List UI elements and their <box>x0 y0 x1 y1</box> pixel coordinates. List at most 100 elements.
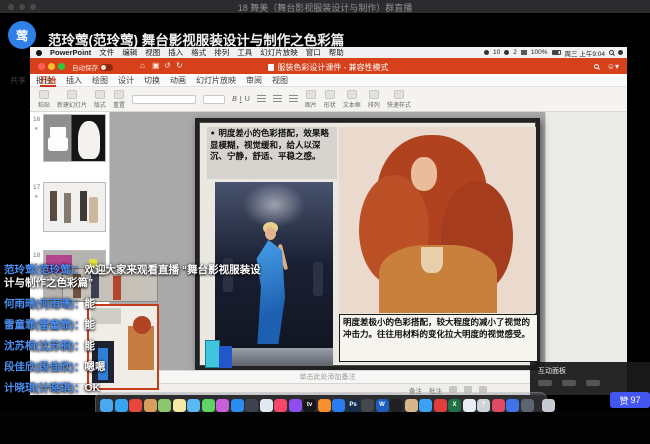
dock-app-icon[interactable] <box>115 399 128 412</box>
control-center-icon[interactable] <box>618 50 623 55</box>
interaction-panel-title: 互动面板 <box>538 366 566 376</box>
chat-text: 能 <box>85 319 96 331</box>
ribbon-button[interactable]: 排列 <box>368 90 380 109</box>
dock-app-icon[interactable] <box>434 399 447 412</box>
dock-app-icon[interactable] <box>216 399 229 412</box>
dock-app-icon[interactable]: tv <box>303 399 316 412</box>
ribbon-tab[interactable]: 审阅 <box>246 74 262 87</box>
ribbon-button[interactable]: 版式 <box>94 90 106 109</box>
dock-app-icon[interactable] <box>463 399 476 412</box>
dock-app-icon[interactable] <box>521 399 534 412</box>
ribbon-button-icon <box>114 90 124 99</box>
dock-app-icon[interactable] <box>419 399 432 412</box>
document-title: 服装色彩设计课件 - 兼容性模式 <box>30 62 627 73</box>
dock-app-icon[interactable] <box>332 399 345 412</box>
dock-app-icon[interactable] <box>245 399 258 412</box>
search-icon[interactable] <box>594 64 599 69</box>
ribbon-tab[interactable]: 切换 <box>144 74 160 87</box>
dock-app-icon[interactable] <box>100 399 113 412</box>
dock-app-icon[interactable] <box>289 399 302 412</box>
ribbon-tab[interactable]: 幻灯片放映 <box>196 74 236 87</box>
menubar-clock[interactable]: 周三 上午9:04 <box>565 48 605 58</box>
like-count-badge[interactable]: 赞 97 <box>610 392 650 408</box>
chat-text: 能 <box>85 298 96 310</box>
chat-overlay: 范玲莺(范玲莺)：欢迎大家来观看直播 “舞台影视服装设计与制作之色彩篇” 何雨晴… <box>4 264 266 403</box>
ribbon-tab[interactable]: 设计 <box>118 74 134 87</box>
dock-app-icon[interactable] <box>260 399 273 412</box>
redhead-model-photo[interactable] <box>339 127 536 313</box>
apple-icon[interactable] <box>36 50 42 56</box>
ribbon-button[interactable]: 文本框 <box>343 90 361 109</box>
menubar-item[interactable]: 格式 <box>191 47 206 58</box>
font-style-button[interactable]: B <box>232 96 237 103</box>
font-style-button[interactable]: U <box>245 96 250 103</box>
menubar-item[interactable]: 工具 <box>237 47 252 58</box>
ribbon: 粘贴 新建幻灯片 版式 重置 BIU <box>30 87 627 112</box>
grid-icon[interactable] <box>521 50 527 55</box>
bell-icon[interactable] <box>484 50 489 55</box>
align-right-icon[interactable] <box>289 95 298 103</box>
ribbon-button[interactable]: 快速样式 <box>387 90 411 109</box>
dock-app-icon[interactable] <box>144 399 157 412</box>
share-button[interactable]: 共享 <box>10 75 26 86</box>
slide-thumbnail-image[interactable] <box>43 182 106 232</box>
update-icon[interactable] <box>504 50 509 55</box>
ribbon-tab[interactable]: 绘图 <box>92 74 108 87</box>
dock-app-icon[interactable] <box>231 399 244 412</box>
like-label: 赞 <box>619 394 628 407</box>
slide-number: 18 <box>33 252 40 259</box>
ribbon-button[interactable]: 新建幻灯片 <box>57 90 87 109</box>
align-left-icon[interactable] <box>257 95 266 103</box>
menubar-item[interactable]: 文件 <box>99 47 114 58</box>
ribbon-tab[interactable]: 视图 <box>272 74 288 87</box>
menubar-item[interactable]: 编辑 <box>122 47 137 58</box>
dock-app-icon[interactable] <box>274 399 287 412</box>
dock-app-icon[interactable] <box>158 399 171 412</box>
dock-app-icon[interactable] <box>492 399 505 412</box>
font-style-button[interactable]: I <box>240 96 242 103</box>
font-size-select[interactable] <box>203 95 225 104</box>
ribbon-button[interactable]: 形状 <box>324 90 336 109</box>
slide-top-textbox[interactable]: • 明度差小的色彩搭配，效果略显模糊，视觉缓和，给人以深沉、宁静，舒适、平稳之感… <box>207 127 337 179</box>
dock-app-icon[interactable]: W <box>376 399 389 412</box>
menubar-item[interactable]: 插入 <box>168 47 183 58</box>
ribbon-button[interactable]: 粘贴 <box>38 90 50 109</box>
align-center-icon[interactable] <box>273 95 282 103</box>
ribbon-tab[interactable]: 动画 <box>170 74 186 87</box>
battery-percent: 100% <box>531 49 548 56</box>
dock-app-icon[interactable]: X <box>448 399 461 412</box>
dock-app-icon[interactable] <box>405 399 418 412</box>
dock-app-icon[interactable] <box>173 399 186 412</box>
dock-app-icon[interactable] <box>390 399 403 412</box>
ribbon-button[interactable]: 重置 <box>113 90 125 109</box>
dock-app-icon[interactable] <box>506 399 519 412</box>
ribbon-tab[interactable]: 插入 <box>66 74 82 87</box>
menu-app-name[interactable]: PowerPoint <box>50 48 91 57</box>
dock-app-icon[interactable] <box>318 399 331 412</box>
ribbon-button[interactable]: 图片 <box>305 90 317 109</box>
streamer-avatar[interactable]: 莺 <box>8 21 36 49</box>
menubar-item[interactable]: 幻灯片放映 <box>260 47 298 58</box>
chat-sender: 段佳欣(段佳欣)： <box>4 361 85 373</box>
comments-button[interactable]: 批注 <box>36 75 52 86</box>
font-name-select[interactable] <box>132 95 196 104</box>
menubar-item[interactable]: 排列 <box>214 47 229 58</box>
menubar-item[interactable]: 帮助 <box>329 47 344 58</box>
ribbon-button-icon <box>394 90 404 99</box>
dock-app-icon[interactable]: Ps <box>347 399 360 412</box>
menubar-item[interactable]: 视图 <box>145 47 160 58</box>
dock-app-icon[interactable]: ? <box>477 399 490 412</box>
dock-app-icon[interactable] <box>187 399 200 412</box>
dock-app-icon[interactable] <box>129 399 142 412</box>
slide-thumbnail-image[interactable] <box>43 114 106 162</box>
spotlight-icon[interactable] <box>609 50 614 55</box>
dock-app-icon[interactable] <box>361 399 374 412</box>
smiley-icon[interactable]: ☺▾ <box>607 62 619 71</box>
battery-icon <box>552 50 561 55</box>
menubar-item[interactable]: 窗口 <box>306 47 321 58</box>
chat-text: 嗯嗯 <box>85 361 106 373</box>
player-controls: ✓ 32:25 180:46 倍速 ↗ <box>0 412 650 444</box>
slide-bottom-textbox[interactable]: 明度差极小的色彩搭配，较大程度的减小了视觉的冲击力。往往用材料的变化拉大明度的视… <box>339 314 538 362</box>
dock-app-icon[interactable] <box>542 399 555 412</box>
dock-app-icon[interactable] <box>202 399 215 412</box>
